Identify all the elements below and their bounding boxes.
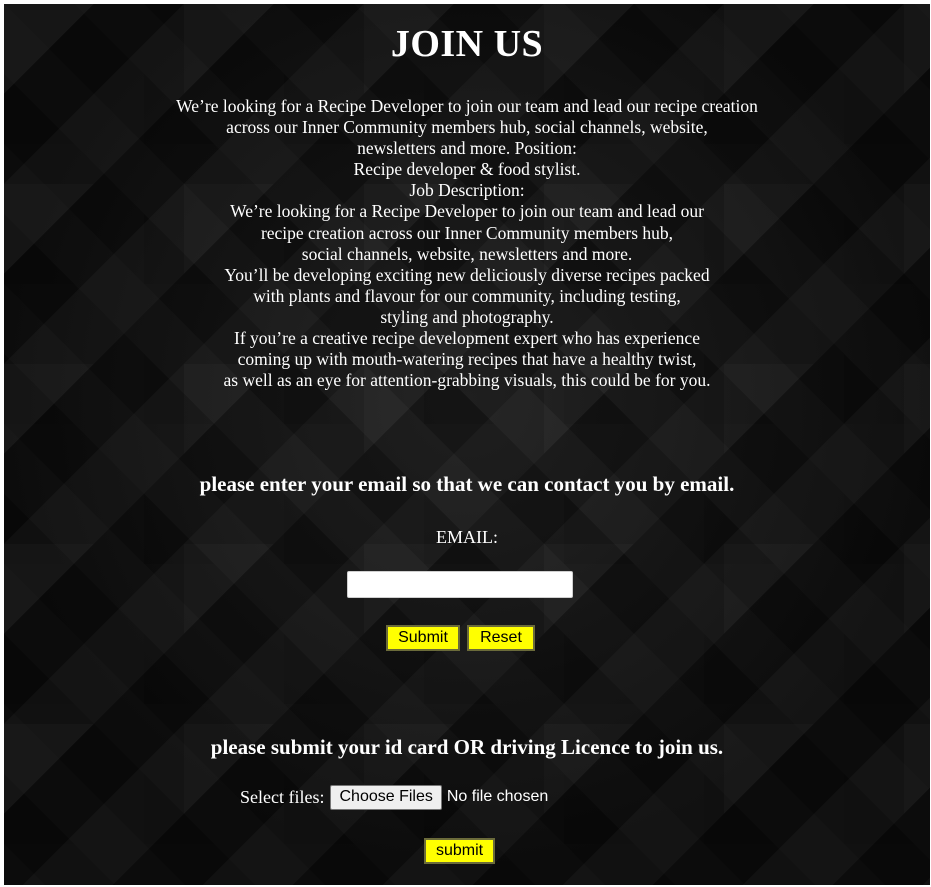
description-line: coming up with mouth-watering recipes th… [237,349,697,370]
description-line: as well as an eye for attention-grabbing… [223,370,711,391]
description-line: Job Description: [409,180,525,201]
email-reset-button[interactable]: Reset [467,625,535,651]
id-submit-button[interactable]: submit [424,838,495,864]
choose-files-button[interactable]: Choose Files [330,784,442,810]
email-section-heading: please enter your email so that we can c… [199,472,735,496]
file-status-text: No file chosen [446,788,549,805]
description-line: We’re looking for a Recipe Developer to … [230,201,704,222]
join-us-page: JOIN US We’re looking for a Recipe Devel… [4,4,930,885]
description-line: Recipe developer & food stylist. [353,159,581,180]
description-line: You’ll be developing exciting new delici… [224,264,710,285]
id-section-heading: please submit your id card OR driving Li… [210,735,724,759]
description-line: social channels, website, newsletters an… [301,243,633,264]
email-submit-button[interactable]: Submit [386,625,460,651]
file-select-row: Select files: Choose Files No file chose… [240,784,548,810]
description-line: newsletters and more. Position: [357,138,577,159]
description-line: If you’re a creative recipe development … [234,328,700,349]
description-line: We’re looking for a Recipe Developer to … [176,96,758,116]
description-line: styling and photography. [380,306,554,327]
select-files-label: Select files: [240,786,325,807]
description-line: recipe creation across our Inner Communi… [260,222,674,243]
page-title: JOIN US [390,23,544,65]
email-label: EMAIL: [436,527,498,547]
job-description: We’re looking for a Recipe Developer to … [4,96,930,391]
email-input[interactable] [347,571,573,598]
description-line: with plants and flavour for our communit… [253,285,681,306]
description-line: across our Inner Community members hub, … [226,117,708,138]
